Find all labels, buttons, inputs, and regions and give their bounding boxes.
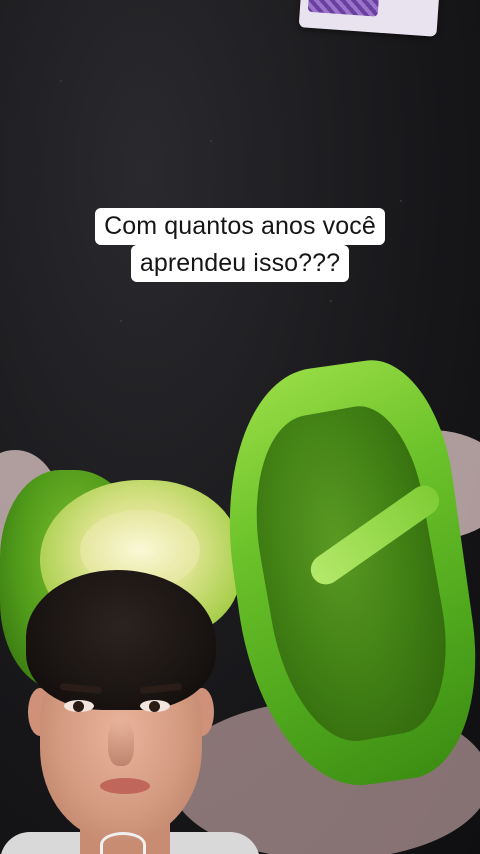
fabric-speck	[120, 320, 122, 322]
video-frame: Com quantos anos você aprendeu isso???	[0, 0, 480, 854]
fabric-speck	[210, 140, 212, 142]
caption-line-2: aprendeu isso???	[130, 245, 350, 282]
left-eye	[64, 700, 94, 712]
person-face	[0, 570, 260, 854]
fabric-speck	[60, 80, 62, 82]
caption-line-1: Com quantos anos você	[95, 208, 385, 245]
caption-overlay: Com quantos anos você aprendeu isso???	[0, 208, 480, 282]
fabric-speck	[400, 200, 402, 202]
right-eye	[140, 700, 170, 712]
earphone-cable	[100, 832, 146, 854]
mouth	[100, 778, 150, 794]
nose	[108, 720, 134, 766]
paper-pattern	[307, 0, 380, 17]
hair	[26, 570, 216, 710]
fabric-speck	[330, 300, 332, 302]
